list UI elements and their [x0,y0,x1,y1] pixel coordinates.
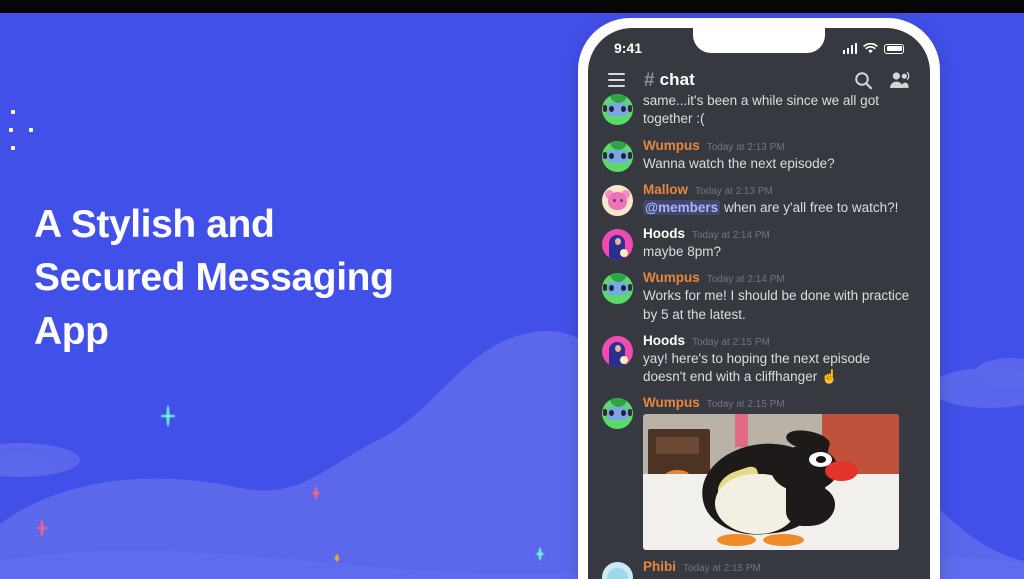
avatar[interactable] [602,562,633,579]
message-meta: Phibi Today at 2:15 PM [643,559,914,575]
avatar[interactable] [602,184,633,216]
message-body: Mallow Today at 2:13 PM @members when ar… [643,182,914,217]
message-row: Wumpus Today at 2:14 PM Works for me! I … [588,267,930,330]
avatar[interactable] [602,335,633,367]
message-timestamp: Today at 2:14 PM [706,274,785,286]
message-text: same...it's been a while since we all go… [643,93,879,127]
message-body: Wumpus Today at 2:13 PM Wanna watch the … [643,138,914,173]
message-timestamp: Today at 2:15 PM [683,563,761,575]
avatar[interactable] [602,94,633,125]
message-row: Wumpus Today at 2:13 PM Wanna watch the … [588,135,930,179]
hamburger-menu-icon[interactable] [608,72,625,88]
channel-title[interactable]: # chat [644,70,695,90]
mention-members[interactable]: @members [643,199,721,215]
battery-icon [884,43,904,54]
message-author[interactable]: Mallow [643,182,688,198]
page-title: A Stylish and Secured Messaging App [34,198,534,358]
message-author[interactable]: Wumpus [643,138,700,154]
sparkle-decoration [160,405,175,427]
message-row: Wumpus Today at 2:15 PM [588,392,930,556]
message-text: yay! here's to hoping the next episode d… [643,350,870,385]
avatar[interactable] [602,140,633,172]
message-body: Hoods Today at 2:14 PM maybe 8pm? [643,226,914,261]
message-author[interactable]: Hoods [643,226,685,242]
message-timestamp: Today at 2:15 PM [692,336,770,348]
hash-icon: # [644,69,655,91]
message-text-body: when are y'all free to watch?! [723,199,899,215]
message-body: Phibi Today at 2:15 PM [643,559,914,579]
phone-notch [693,28,825,53]
dot-decoration [29,128,33,132]
message-meta: Wumpus Today at 2:15 PM [643,396,914,411]
sparkle-decoration [334,554,339,562]
status-bar-time: 9:41 [614,40,643,56]
avatar[interactable] [602,398,633,430]
search-icon[interactable] [854,71,873,90]
wifi-icon [863,42,878,54]
message-list: same...it's been a while since we all go… [588,88,930,579]
avatar[interactable] [602,273,633,305]
message-body: same...it's been a while since we all go… [643,92,914,129]
dot-decoration [9,128,13,132]
message-author[interactable]: Wumpus [643,396,700,411]
message-timestamp: Today at 2:15 PM [706,399,785,411]
phone-mockup: 9:41 # chat same...it's been a while sin… [578,18,940,579]
penguin-illustration [643,414,899,551]
message-meta: Hoods Today at 2:14 PM [643,226,914,242]
sparkle-decoration [312,486,320,499]
signal-icon [842,42,857,54]
message-row: Hoods Today at 2:14 PM maybe 8pm? [588,223,930,267]
message-meta: Wumpus Today at 2:13 PM [643,138,914,154]
message-body: Wumpus Today at 2:14 PM Works for me! I … [643,270,914,324]
headline-line-3: App [34,309,109,353]
message-row: Hoods Today at 2:15 PM yay! here's to ho… [588,330,930,393]
message-body: Hoods Today at 2:15 PM yay! here's to ho… [643,333,914,387]
screenshot-stage: A Stylish and Secured Messaging App 9:41 [0,0,1024,579]
sparkle-decoration [36,519,47,536]
penguin-gif-attachment[interactable] [643,414,899,551]
message-row: Phibi Today at 2:15 PM [588,556,930,579]
dot-decoration [11,146,15,150]
headline-line-2: Secured Messaging [34,256,394,300]
message-author[interactable]: Wumpus [643,270,700,286]
members-icon[interactable] [889,71,910,89]
phone-screen: 9:41 # chat same...it's been a while sin… [588,28,930,579]
message-timestamp: Today at 2:13 PM [695,185,773,197]
headline-line-1: A Stylish and [34,203,275,246]
message-row: Mallow Today at 2:13 PM @members when ar… [588,179,930,223]
message-meta: Mallow Today at 2:13 PM [643,182,914,198]
message-text: Works for me! I should be done with prac… [643,288,910,322]
message-text: @members when are y'all free to watch?! [643,199,914,217]
letterbox-bar-top [0,0,1024,13]
header-actions [854,71,910,90]
message-row: same...it's been a while since we all go… [588,88,930,135]
message-author[interactable]: Hoods [643,333,685,349]
status-bar-indicators [842,42,904,54]
message-body: Wumpus Today at 2:15 PM [643,396,914,551]
message-meta: Hoods Today at 2:15 PM [643,333,914,349]
message-text: maybe 8pm? [643,243,722,259]
message-text: Wanna watch the next episode? [643,155,835,171]
sparkle-decoration [536,547,544,560]
dot-decoration [11,110,15,114]
avatar[interactable] [602,229,633,261]
status-bar: 9:41 [588,28,930,64]
message-timestamp: Today at 2:14 PM [692,230,770,242]
message-meta: Wumpus Today at 2:14 PM [643,270,914,286]
message-timestamp: Today at 2:13 PM [706,141,785,153]
channel-name: chat [659,70,695,89]
message-author[interactable]: Phibi [643,559,676,575]
